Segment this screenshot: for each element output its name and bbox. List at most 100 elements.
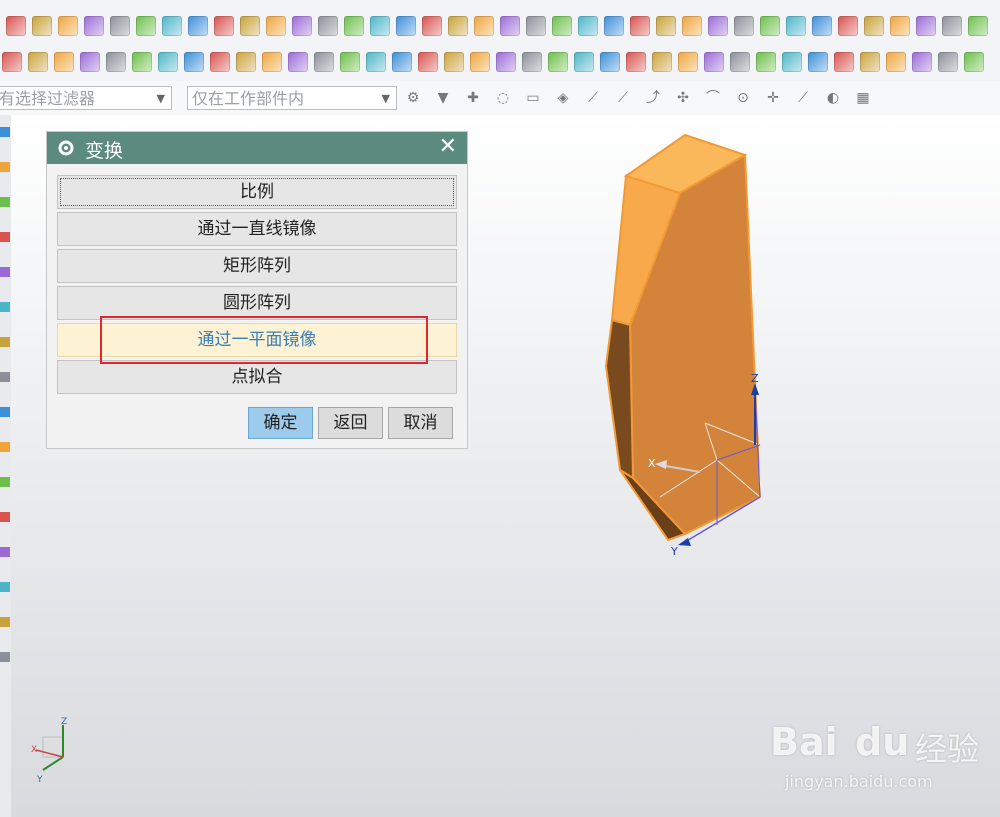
toolbar-tool-icon[interactable] <box>214 16 234 36</box>
option-circular-array[interactable]: 圆形阵列 <box>57 286 457 320</box>
toolbar-tool-icon[interactable] <box>522 52 542 72</box>
toolbar-tool-icon[interactable] <box>786 16 806 36</box>
toolbar-tool-icon[interactable] <box>942 16 962 36</box>
resource-bar-icon[interactable] <box>0 547 10 557</box>
toolbar-tool-icon[interactable] <box>938 52 958 72</box>
option-scale[interactable]: 比例 <box>57 175 457 209</box>
toolbar-tool-icon[interactable] <box>448 16 468 36</box>
toolbar-tool-icon[interactable] <box>106 52 126 72</box>
toolbar-tool-icon[interactable] <box>812 16 832 36</box>
filter-tool-icon[interactable]: ▦ <box>855 90 871 106</box>
close-icon[interactable]: ✕ <box>439 134 457 159</box>
toolbar-tool-icon[interactable] <box>734 16 754 36</box>
selection-filter-dropdown[interactable]: 有选择过滤器 ▼ <box>0 86 172 110</box>
toolbar-tool-icon[interactable] <box>344 16 364 36</box>
toolbar-tool-icon[interactable] <box>188 16 208 36</box>
toolbar-tool-icon[interactable] <box>236 52 256 72</box>
ok-button[interactable]: 确定 <box>248 407 313 439</box>
filter-tool-icon[interactable]: ✚ <box>465 90 481 106</box>
resource-bar-icon[interactable] <box>0 477 10 487</box>
toolbar-tool-icon[interactable] <box>912 52 932 72</box>
toolbar-tool-icon[interactable] <box>418 52 438 72</box>
toolbar-tool-icon[interactable] <box>266 16 286 36</box>
resource-bar-icon[interactable] <box>0 267 10 277</box>
toolbar-tool-icon[interactable] <box>366 52 386 72</box>
toolbar-tool-icon[interactable] <box>708 16 728 36</box>
toolbar-tool-icon[interactable] <box>678 52 698 72</box>
filter-tool-icon[interactable]: ⟋ <box>585 90 601 106</box>
filter-tool-icon[interactable]: ◌ <box>495 90 511 106</box>
filter-tool-icon[interactable]: ▭ <box>525 90 541 106</box>
scope-filter-dropdown[interactable]: 仅在工作部件内 ▼ <box>187 86 397 110</box>
toolbar-tool-icon[interactable] <box>262 52 282 72</box>
toolbar-tool-icon[interactable] <box>626 52 646 72</box>
toolbar-tool-icon[interactable] <box>210 52 230 72</box>
toolbar-tool-icon[interactable] <box>656 16 676 36</box>
resource-bar-icon[interactable] <box>0 302 10 312</box>
toolbar-tool-icon[interactable] <box>682 16 702 36</box>
toolbar-tool-icon[interactable] <box>314 52 334 72</box>
option-mirror-line[interactable]: 通过一直线镜像 <box>57 212 457 246</box>
toolbar-tool-icon[interactable] <box>422 16 442 36</box>
resource-bar-icon[interactable] <box>0 407 10 417</box>
toolbar-tool-icon[interactable] <box>834 52 854 72</box>
toolbar-tool-icon[interactable] <box>704 52 724 72</box>
toolbar-tool-icon[interactable] <box>470 52 490 72</box>
option-rect-array[interactable]: 矩形阵列 <box>57 249 457 283</box>
toolbar-tool-icon[interactable] <box>80 52 100 72</box>
filter-tool-icon[interactable]: ✛ <box>765 90 781 106</box>
toolbar-tool-icon[interactable] <box>838 16 858 36</box>
toolbar-tool-icon[interactable] <box>288 52 308 72</box>
resource-bar-icon[interactable] <box>0 512 10 522</box>
toolbar-tool-icon[interactable] <box>782 52 802 72</box>
filter-tool-icon[interactable]: ⟋ <box>795 90 811 106</box>
toolbar-tool-icon[interactable] <box>158 52 178 72</box>
resource-bar-icon[interactable] <box>0 442 10 452</box>
toolbar-tool-icon[interactable] <box>318 16 338 36</box>
toolbar-tool-icon[interactable] <box>132 52 152 72</box>
filter-tool-icon[interactable]: ✣ <box>675 90 691 106</box>
toolbar-tool-icon[interactable] <box>54 52 74 72</box>
dialog-title-bar[interactable]: 变换 ✕ <box>47 132 467 164</box>
toolbar-tool-icon[interactable] <box>916 16 936 36</box>
toolbar-tool-icon[interactable] <box>240 16 260 36</box>
toolbar-tool-icon[interactable] <box>890 16 910 36</box>
filter-tool-icon[interactable]: ▼ <box>435 90 451 106</box>
toolbar-tool-icon[interactable] <box>630 16 650 36</box>
toolbar-tool-icon[interactable] <box>808 52 828 72</box>
toolbar-tool-icon[interactable] <box>474 16 494 36</box>
resource-bar-icon[interactable] <box>0 197 10 207</box>
toolbar-tool-icon[interactable] <box>184 52 204 72</box>
toolbar-tool-icon[interactable] <box>756 52 776 72</box>
filter-tool-icon[interactable]: ⌒ <box>705 90 721 106</box>
toolbar-tool-icon[interactable] <box>886 52 906 72</box>
toolbar-tool-icon[interactable] <box>864 16 884 36</box>
toolbar-tool-icon[interactable] <box>32 16 52 36</box>
resource-bar-icon[interactable] <box>0 232 10 242</box>
toolbar-tool-icon[interactable] <box>760 16 780 36</box>
filter-tool-icon[interactable]: ⟋ <box>615 90 631 106</box>
resource-bar-icon[interactable] <box>0 337 10 347</box>
toolbar-tool-icon[interactable] <box>964 52 984 72</box>
toolbar-tool-icon[interactable] <box>552 16 572 36</box>
resource-bar-icon[interactable] <box>0 582 10 592</box>
toolbar-tool-icon[interactable] <box>860 52 880 72</box>
resource-bar-icon[interactable] <box>0 127 10 137</box>
toolbar-tool-icon[interactable] <box>730 52 750 72</box>
back-button[interactable]: 返回 <box>318 407 383 439</box>
toolbar-tool-icon[interactable] <box>526 16 546 36</box>
toolbar-tool-icon[interactable] <box>548 52 568 72</box>
toolbar-tool-icon[interactable] <box>292 16 312 36</box>
toolbar-tool-icon[interactable] <box>444 52 464 72</box>
toolbar-tool-icon[interactable] <box>370 16 390 36</box>
filter-tool-icon[interactable]: ⚙ <box>405 90 421 106</box>
filter-tool-icon[interactable]: ◐ <box>825 90 841 106</box>
option-point-fit[interactable]: 点拟合 <box>57 360 457 394</box>
resource-bar-icon[interactable] <box>0 617 10 627</box>
toolbar-tool-icon[interactable] <box>396 16 416 36</box>
filter-tool-icon[interactable]: ◈ <box>555 90 571 106</box>
toolbar-tool-icon[interactable] <box>574 52 594 72</box>
resource-bar-icon[interactable] <box>0 652 10 662</box>
cancel-button[interactable]: 取消 <box>388 407 453 439</box>
resource-bar-icon[interactable] <box>0 372 10 382</box>
